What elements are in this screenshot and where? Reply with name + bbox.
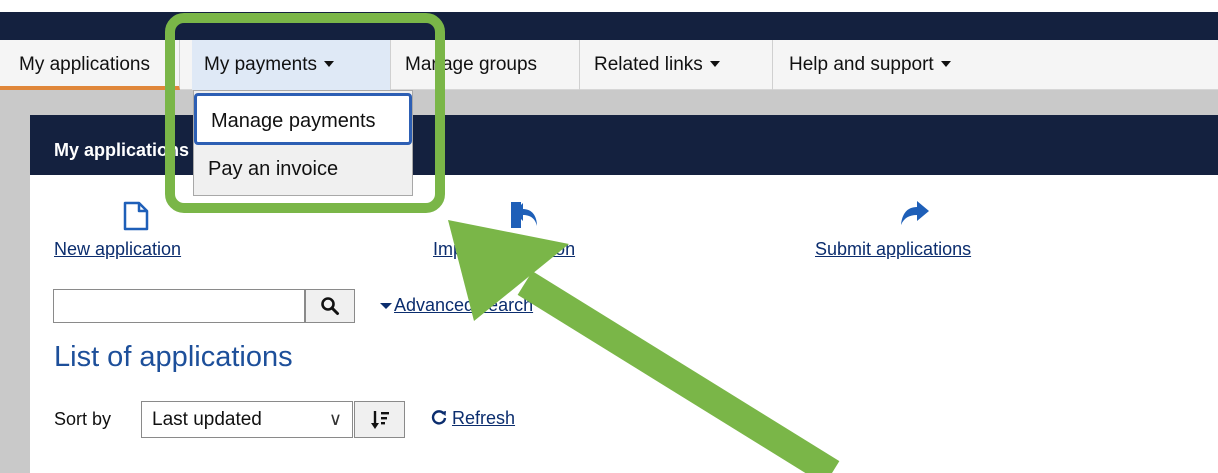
nav-help-and-support[interactable]: Help and support xyxy=(773,40,1218,90)
menu-item-pay-an-invoice[interactable]: Pay an invoice xyxy=(194,147,412,193)
import-application-link[interactable]: Import application xyxy=(433,239,575,260)
my-payments-dropdown: Manage payments Pay an invoice xyxy=(193,90,413,196)
top-banner xyxy=(0,0,1218,40)
caret-down-icon xyxy=(940,60,951,67)
refresh-label: Refresh xyxy=(452,408,516,428)
sort-order-button[interactable] xyxy=(354,401,405,438)
top-navy-bar xyxy=(0,12,1218,40)
nav-manage-groups[interactable]: Manage groups xyxy=(391,40,580,90)
top-strip xyxy=(0,0,1218,12)
submit-applications-link[interactable]: Submit applications xyxy=(815,239,971,260)
menu-item-manage-payments[interactable]: Manage payments xyxy=(194,93,412,145)
caret-down-icon xyxy=(709,60,720,67)
nav-related-links-label: Related links xyxy=(594,54,703,75)
reply-icon[interactable] xyxy=(507,199,541,231)
refresh-link[interactable]: Refresh xyxy=(430,408,515,429)
new-application-link[interactable]: New application xyxy=(54,239,181,260)
nav-my-payments-label: My payments xyxy=(204,54,317,75)
sort-select[interactable]: Last updated ∨ xyxy=(141,401,353,438)
chevron-down-icon: ∨ xyxy=(328,409,342,429)
nav-help-and-support-label: Help and support xyxy=(789,54,934,75)
sort-selected-value: Last updated xyxy=(152,409,262,430)
nav-manage-groups-label: Manage groups xyxy=(405,54,538,75)
list-heading: List of applications xyxy=(54,341,293,373)
nav-my-payments[interactable]: My payments xyxy=(192,40,391,90)
search-input[interactable] xyxy=(53,289,305,323)
sort-label: Sort by xyxy=(54,409,112,429)
nav-my-applications-label: My applications xyxy=(19,54,150,75)
main-navbar: My applications My payments Manage group… xyxy=(0,40,1218,90)
refresh-icon xyxy=(431,410,447,425)
nav-my-applications[interactable]: My applications xyxy=(0,40,180,90)
nav-related-links[interactable]: Related links xyxy=(580,40,773,90)
document-icon[interactable] xyxy=(122,201,150,231)
sort-descending-icon xyxy=(370,410,389,429)
caret-down-icon xyxy=(323,60,334,67)
panel-title: My applications xyxy=(54,140,190,160)
search-button[interactable] xyxy=(305,289,355,323)
caret-down-icon xyxy=(380,303,392,310)
advanced-search-link[interactable]: Advanced search xyxy=(380,295,533,316)
share-forward-icon[interactable] xyxy=(899,197,933,227)
search-icon xyxy=(321,297,339,315)
advanced-search-label: Advanced search xyxy=(394,295,534,315)
